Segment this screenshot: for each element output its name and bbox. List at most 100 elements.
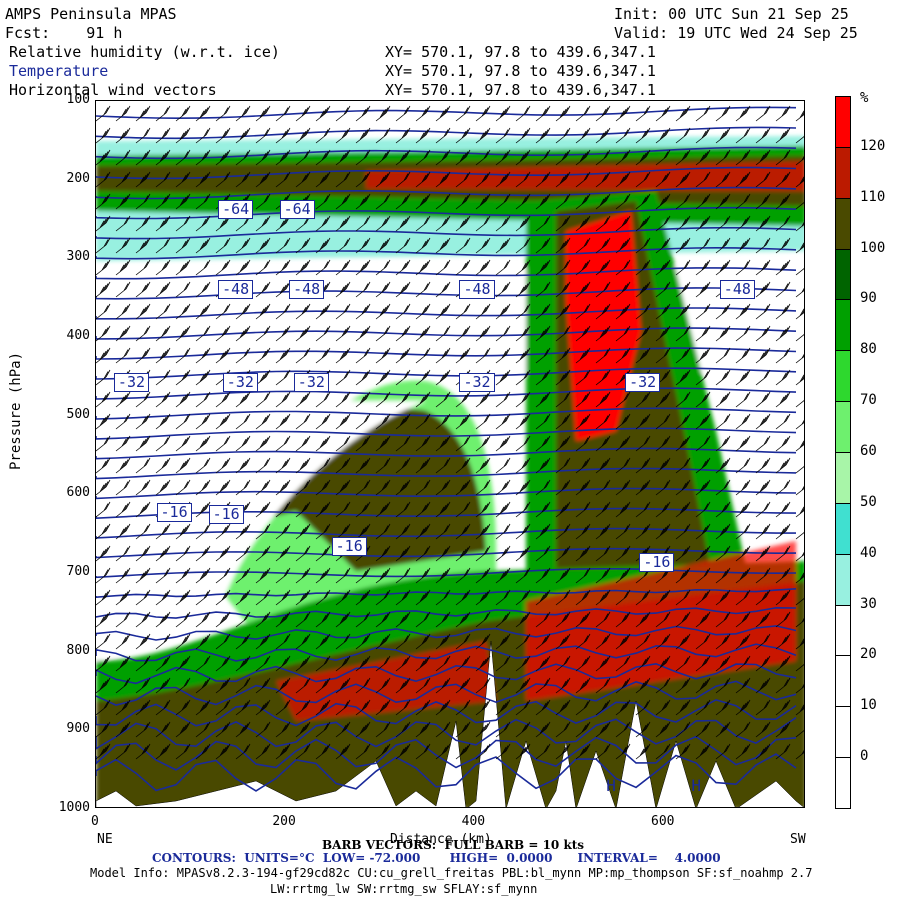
colorbar-swatch bbox=[835, 146, 851, 199]
colorbar-swatch bbox=[835, 604, 851, 657]
y-tick-label: 800 bbox=[66, 642, 90, 658]
wind-barb bbox=[795, 531, 804, 540]
wind-barb bbox=[795, 485, 804, 496]
init-time: Init: 00 UTC Sun 21 Sep 25 bbox=[614, 5, 849, 23]
wind-barb bbox=[255, 105, 271, 122]
y-tick-label: 600 bbox=[66, 485, 90, 501]
wind-barb bbox=[735, 501, 751, 518]
forecast-hour: Fcst: 91 h bbox=[5, 24, 123, 42]
wind-barb bbox=[755, 369, 771, 386]
wind-barb bbox=[775, 501, 791, 518]
wind-barb bbox=[755, 105, 771, 122]
field-temperature: Temperature bbox=[9, 62, 109, 80]
wind-barb bbox=[775, 391, 791, 408]
y-tick-label: 1000 bbox=[58, 800, 90, 815]
x-tick-label: 600 bbox=[651, 814, 675, 829]
isotherm-label: -48 bbox=[719, 280, 755, 300]
colorbar-swatch bbox=[835, 350, 851, 403]
colorbar-label: 80 bbox=[860, 341, 877, 358]
barb-legend: BARB VECTORS: FULL BARB = 10 kts bbox=[322, 838, 585, 852]
colorbar-label: 100 bbox=[860, 239, 886, 256]
wind-barb bbox=[96, 127, 111, 144]
y-tick-label: 900 bbox=[66, 721, 90, 737]
wind-barb bbox=[515, 105, 531, 122]
wind-barb bbox=[355, 105, 371, 122]
y-tick-label: 400 bbox=[66, 328, 90, 343]
wind-barb bbox=[795, 374, 804, 386]
wind-barb bbox=[735, 369, 751, 386]
wind-barb bbox=[375, 105, 391, 122]
wind-barb bbox=[735, 479, 751, 496]
wind-barb bbox=[495, 391, 511, 408]
model-info-2: LW:rrtmg_lw SW:rrtmg_sw SFLAY:sf_mynn bbox=[270, 882, 538, 896]
colorbar-label: 20 bbox=[860, 646, 877, 663]
wind-barb bbox=[215, 105, 231, 122]
wind-barb bbox=[795, 419, 804, 430]
y-tick-label: 700 bbox=[66, 564, 90, 579]
wind-barb bbox=[435, 105, 451, 122]
isotherm-label: -16 bbox=[156, 503, 192, 522]
y-tick-label: 500 bbox=[66, 406, 90, 422]
colorbar-label: 50 bbox=[860, 493, 877, 510]
wind-barb bbox=[755, 457, 771, 474]
wind-barb bbox=[755, 501, 771, 518]
wind-barb bbox=[755, 523, 771, 540]
isotherm-label: -48 bbox=[218, 280, 254, 300]
wind-barb bbox=[335, 105, 351, 122]
wind-barb bbox=[775, 523, 791, 540]
colorbar-swatch bbox=[835, 299, 851, 352]
colorbar-unit: % bbox=[860, 90, 869, 106]
colorbar-swatch bbox=[835, 502, 851, 555]
colorbar-label: 110 bbox=[860, 188, 886, 205]
colorbar-swatch bbox=[835, 757, 851, 809]
wind-barb bbox=[795, 399, 804, 408]
colorbar-label: 40 bbox=[860, 544, 877, 561]
isotherm-label: -32 bbox=[293, 373, 329, 393]
model-info: Model Info: MPASv8.2.3-194-gf29cd82c CU:… bbox=[90, 866, 813, 880]
y-tick-label: 200 bbox=[66, 170, 90, 186]
wind-barb bbox=[395, 105, 411, 122]
wind-barb bbox=[495, 413, 511, 430]
colorbar-label: 60 bbox=[860, 443, 877, 459]
isotherm-label: -64 bbox=[279, 200, 315, 220]
wind-barb bbox=[135, 105, 151, 122]
wind-barb bbox=[315, 105, 331, 122]
wind-barb bbox=[775, 435, 791, 452]
wind-barb bbox=[415, 105, 431, 122]
isotherm-label: -32 bbox=[222, 373, 258, 393]
wind-barb bbox=[775, 413, 791, 430]
wind-barb bbox=[715, 391, 731, 408]
x-tick-label: 200 bbox=[272, 814, 296, 829]
isotherm-label: -48 bbox=[289, 280, 325, 300]
wind-barb bbox=[495, 457, 511, 474]
x-tick-label: 400 bbox=[461, 814, 486, 829]
colorbar-swatch bbox=[835, 401, 851, 453]
wind-barb bbox=[795, 440, 804, 452]
isotherm-label: -64 bbox=[218, 200, 254, 220]
colorbar-swatch bbox=[835, 706, 851, 759]
plot-area bbox=[95, 100, 805, 808]
high-marker: H bbox=[691, 776, 702, 796]
colorbar-swatch bbox=[835, 197, 851, 250]
x-left-end: NE bbox=[97, 832, 113, 847]
wind-barb bbox=[755, 435, 771, 452]
isotherm-label: -32 bbox=[459, 373, 495, 393]
xy-range-3: XY= 570.1, 97.8 to 439.6,347.1 bbox=[385, 81, 656, 99]
wind-barb bbox=[675, 105, 691, 122]
wind-barb bbox=[635, 105, 651, 122]
xy-range-1: XY= 570.1, 97.8 to 439.6,347.1 bbox=[385, 43, 656, 61]
colorbar-swatch bbox=[835, 655, 851, 708]
x-tick-label: 0 bbox=[91, 814, 99, 829]
colorbar-swatch bbox=[835, 553, 851, 606]
colorbar-label: 0 bbox=[860, 748, 869, 765]
field-wind: Horizontal wind vectors bbox=[9, 81, 217, 99]
xy-range-2: XY= 570.1, 97.8 to 439.6,347.1 bbox=[385, 62, 656, 80]
isotherm-label: -32 bbox=[113, 373, 150, 393]
wind-barb bbox=[775, 457, 791, 474]
wind-barb bbox=[735, 435, 751, 452]
wind-barb bbox=[535, 105, 551, 122]
colorbar-label: 10 bbox=[860, 697, 877, 714]
y-tick-label: 300 bbox=[66, 249, 90, 265]
wind-barb bbox=[495, 523, 511, 540]
wind-barb bbox=[775, 369, 791, 386]
